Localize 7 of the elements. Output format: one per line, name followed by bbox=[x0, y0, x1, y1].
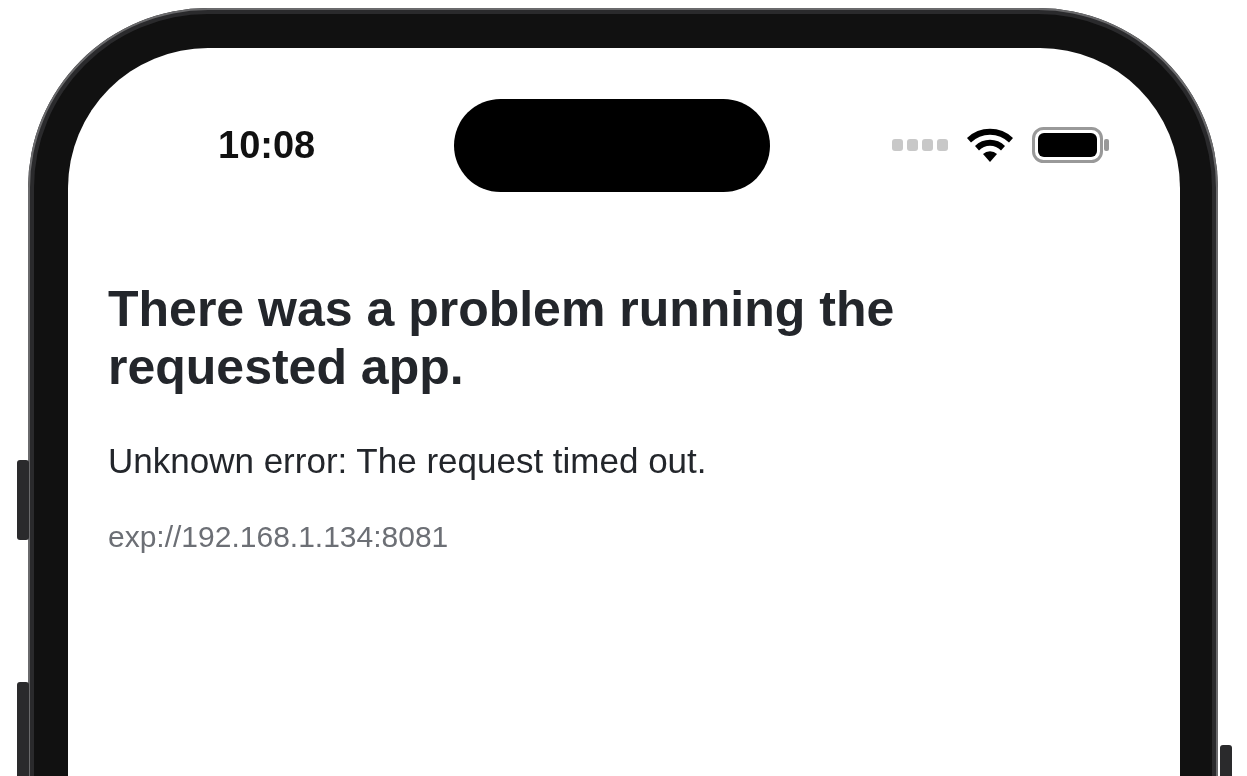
error-title: There was a problem running the requested app. bbox=[108, 280, 896, 396]
app-url: exp://192.168.1.134:8081 bbox=[108, 520, 450, 554]
battery-icon bbox=[1032, 127, 1110, 163]
signal-icon bbox=[892, 139, 948, 151]
wifi-icon bbox=[966, 128, 1014, 162]
error-message: Unknown error: The request timed out. bbox=[108, 440, 708, 482]
status-time: 10:08 bbox=[218, 123, 317, 167]
